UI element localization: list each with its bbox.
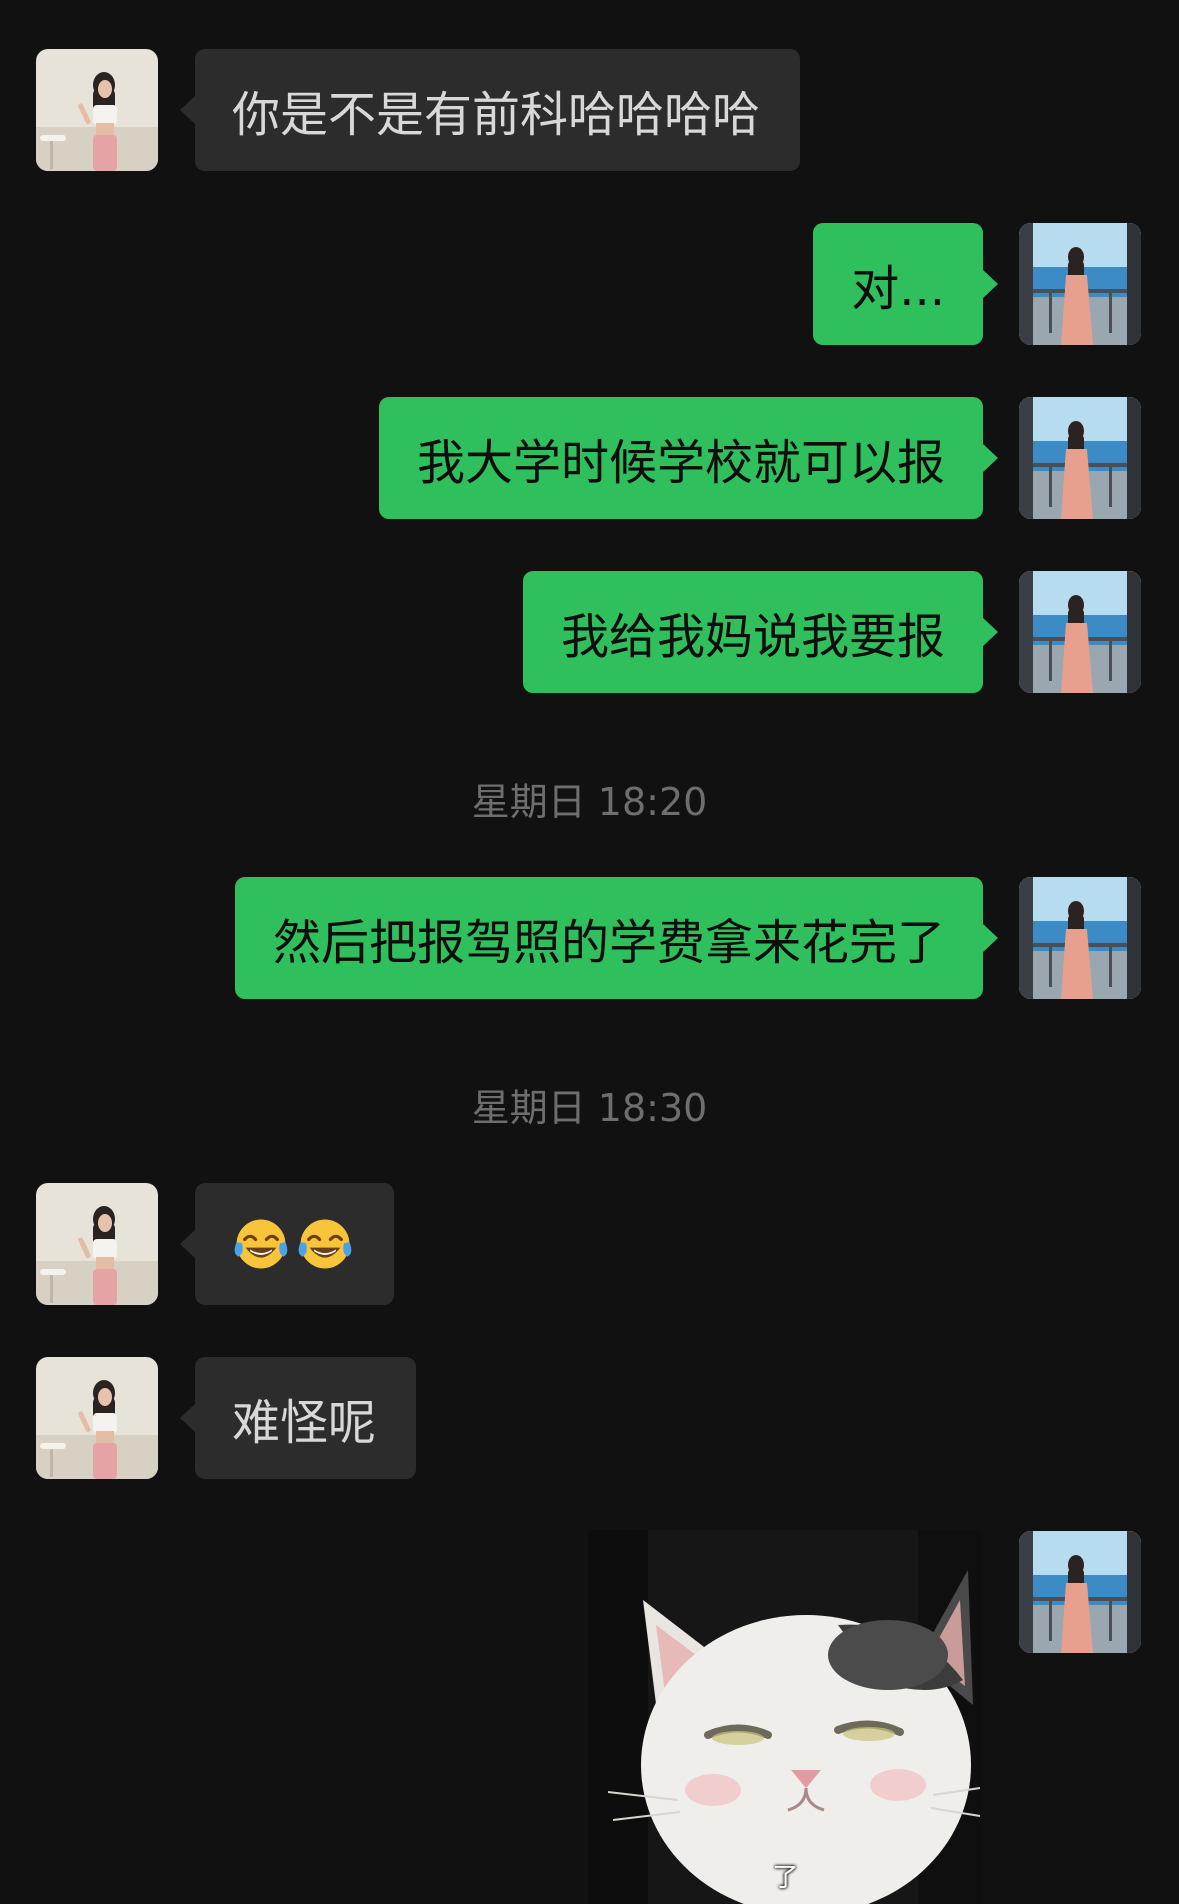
message-text: 我给我妈说我要报 <box>560 609 945 665</box>
outgoing-message-bubble[interactable]: 我给我妈说我要报 <box>522 571 999 693</box>
message-text: 对... <box>851 261 945 317</box>
my-avatar[interactable] <box>1019 877 1141 999</box>
message-text: 你是不是有前科哈哈哈哈 <box>232 87 761 143</box>
outgoing-message-bubble[interactable]: 我大学时候学校就可以报 <box>378 397 999 519</box>
my-avatar[interactable] <box>1019 571 1141 693</box>
contact-avatar[interactable] <box>36 1183 158 1305</box>
chat-timestamp: 星期日 18:30 <box>471 1086 708 1130</box>
my-avatar[interactable] <box>1019 223 1141 345</box>
message-text: 然后把报驾照的学费拿来花完了 <box>272 915 945 971</box>
incoming-message-bubble[interactable]: 难怪呢 <box>179 1357 417 1479</box>
cat-sticker-image[interactable]: 了 <box>588 1530 983 1904</box>
sticker-caption: 了 <box>772 1863 799 1893</box>
contact-avatar[interactable] <box>36 49 158 171</box>
face-with-tears-of-joy-icon <box>296 1215 354 1273</box>
incoming-message-bubble[interactable] <box>180 1183 394 1305</box>
my-avatar[interactable] <box>1019 1531 1141 1653</box>
outgoing-message-bubble[interactable]: 然后把报驾照的学费拿来花完了 <box>234 877 999 999</box>
message-text: 难怪呢 <box>232 1395 377 1451</box>
chat-timestamp: 星期日 18:20 <box>471 780 708 824</box>
face-with-tears-of-joy-icon <box>232 1215 290 1273</box>
outgoing-message-bubble[interactable]: 对... <box>813 223 998 345</box>
message-text: 我大学时候学校就可以报 <box>416 435 945 491</box>
contact-avatar[interactable] <box>36 1357 158 1479</box>
incoming-message-bubble[interactable]: 你是不是有前科哈哈哈哈 <box>179 49 801 171</box>
emoji-group <box>232 1215 354 1273</box>
my-avatar[interactable] <box>1019 397 1141 519</box>
